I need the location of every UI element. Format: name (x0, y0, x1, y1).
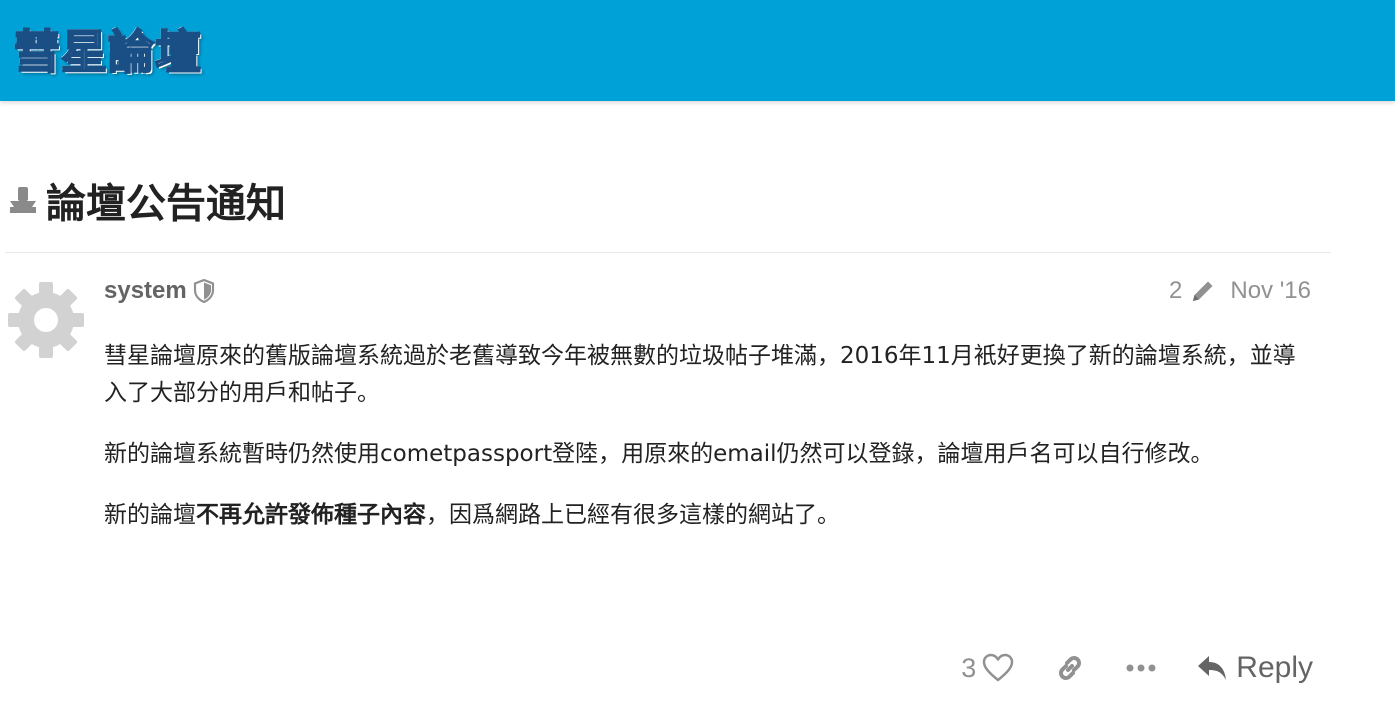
pencil-icon[interactable] (1190, 278, 1216, 304)
post-body: 彗星論壇原來的舊版論壇系統過於老舊導致今年被無數的垃圾帖子堆滿，2016年11月… (104, 338, 1314, 558)
reply-button[interactable]: Reply (1196, 651, 1313, 685)
pin-icon (10, 187, 36, 213)
post-date[interactable]: Nov '16 (1230, 277, 1311, 305)
post-paragraph: 新的論壇不再允許發佈種子內容，因爲網路上已經有很多這樣的網站了。 (104, 497, 1314, 534)
post-paragraph: 新的論壇系統暫時仍然使用cometpassport登陸，用原來的email仍然可… (104, 441, 1214, 467)
reply-label: Reply (1236, 651, 1313, 684)
paragraph-text: 新的論壇 (104, 502, 196, 528)
post-meta: 2 Nov '16 (1169, 276, 1311, 306)
paragraph-text: ，因爲網路上已經有很多這樣的網站了。 (426, 502, 840, 528)
shield-icon (193, 279, 214, 303)
edit-count[interactable]: 2 (1169, 277, 1182, 305)
username[interactable]: system (104, 277, 187, 305)
post-actions: 3 Reply (961, 646, 1313, 690)
reply-icon (1198, 656, 1227, 680)
site-logo[interactable]: 彗星論壇 (13, 20, 202, 80)
heart-icon (983, 653, 1014, 682)
site-header: 彗星論壇 (0, 0, 1395, 101)
bold-text: 不再允許發佈種子內容 (196, 502, 426, 528)
like-button[interactable]: 3 (961, 653, 1014, 684)
more-icon[interactable] (1126, 663, 1156, 673)
post-paragraph: 彗星論壇原來的舊版論壇系統過於老舊導致今年被無數的垃圾帖子堆滿，2016年11月… (104, 343, 1296, 406)
gear-icon[interactable] (6, 280, 86, 360)
link-icon[interactable] (1054, 652, 1086, 684)
like-count: 3 (961, 652, 977, 683)
post-author: system (104, 276, 215, 306)
topic-header: 論壇公告通知 (6, 170, 286, 230)
divider (5, 252, 1331, 253)
topic-title[interactable]: 論壇公告通知 (46, 171, 286, 229)
